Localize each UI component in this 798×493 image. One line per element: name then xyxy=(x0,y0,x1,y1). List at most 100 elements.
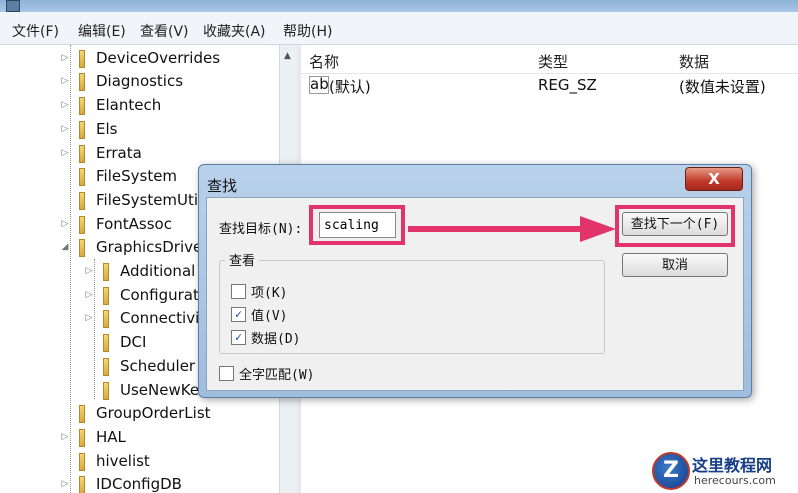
tree-item[interactable]: FileSystemUti xyxy=(60,189,198,211)
site-logo-icon: Z xyxy=(652,452,690,490)
tree-item-label: DeviceOverrides xyxy=(96,49,221,67)
tree-item[interactable]: ▷ IDConfigDB xyxy=(60,473,182,493)
tree-item[interactable]: ▷ Connectivi xyxy=(84,307,199,329)
expand-icon[interactable]: ▷ xyxy=(60,100,70,110)
tree-item[interactable]: FileSystem xyxy=(60,165,177,187)
folder-icon xyxy=(74,168,88,186)
tree-item[interactable]: ▷ DeviceOverrides xyxy=(60,47,220,69)
tree-item-label: IDConfigDB xyxy=(96,475,182,493)
regedit-app-icon xyxy=(6,0,20,12)
expand-icon[interactable]: ▷ xyxy=(60,432,70,442)
checkbox-box[interactable] xyxy=(219,366,234,381)
input-highlight-box xyxy=(309,205,405,245)
tree-item-label: hivelist xyxy=(96,452,150,470)
folder-icon xyxy=(98,358,112,376)
tree-item-label: GraphicsDrive xyxy=(96,238,203,256)
data-checkbox[interactable]: ✓ 数据(D) xyxy=(231,328,300,347)
tree-item[interactable]: ▷ Configurati xyxy=(84,284,203,306)
checkbox-label: 项(K) xyxy=(251,286,288,301)
tree-item[interactable]: ▷ Additional xyxy=(84,260,195,282)
tree-item[interactable]: hivelist xyxy=(60,450,150,472)
folder-icon xyxy=(98,287,112,305)
group-title: 查看 xyxy=(225,250,260,269)
value-name: (默认) xyxy=(329,78,371,96)
expand-icon[interactable]: ▷ xyxy=(60,53,70,63)
folder-icon xyxy=(74,453,88,471)
folder-icon xyxy=(74,73,88,91)
menu-file[interactable]: 文件(F) xyxy=(12,21,59,41)
expand-icon[interactable]: ▷ xyxy=(60,124,70,134)
tree-item-label: FileSystem xyxy=(96,167,178,185)
list-header: 名称 类型 数据 xyxy=(301,45,798,74)
button-highlight-box xyxy=(615,205,735,247)
menu-favorites[interactable]: 收藏夹(A) xyxy=(203,21,266,41)
dialog-title: 查找 xyxy=(207,177,238,195)
tree-item-label: Configurati xyxy=(120,286,204,304)
folder-icon xyxy=(74,192,88,210)
watermark: Z 这里教程网 herecours.com xyxy=(650,448,798,493)
tree-item[interactable]: ▷ Diagnostics xyxy=(60,70,183,92)
tree-item-label: Elantech xyxy=(96,96,162,114)
column-header-name[interactable]: 名称 xyxy=(309,51,339,72)
scroll-up-icon[interactable]: ▲ xyxy=(284,51,291,61)
menu-help[interactable]: 帮助(H) xyxy=(283,21,332,41)
expand-icon[interactable]: ▷ xyxy=(60,219,70,229)
tree-item[interactable]: ◢ GraphicsDrive xyxy=(60,236,202,258)
tree-item-label: Additional xyxy=(120,262,196,280)
tree-item[interactable]: ▷ HAL xyxy=(60,426,126,448)
tree-item[interactable]: ▷ Els xyxy=(60,118,117,140)
expand-icon[interactable]: ▷ xyxy=(60,148,70,158)
cancel-button[interactable]: 取消 xyxy=(622,253,728,277)
tree-item-label: DCI xyxy=(120,333,147,351)
expand-icon[interactable]: ▷ xyxy=(60,76,70,86)
tree-item-label: FontAssoc xyxy=(96,215,172,233)
checkbox-label: 值(V) xyxy=(251,309,288,324)
folder-icon xyxy=(74,121,88,139)
expand-icon[interactable]: ▷ xyxy=(84,266,94,276)
keys-checkbox[interactable]: 项(K) xyxy=(231,282,287,301)
folder-icon xyxy=(98,310,112,328)
menu-bar: 文件(F) 编辑(E) 查看(V) 收藏夹(A) 帮助(H) xyxy=(0,12,798,45)
find-dialog: 查找 X 查找目标(N): scaling 查找下一个(F) 取消 查看 项(K… xyxy=(198,164,752,398)
checkbox-label: 全字匹配(W) xyxy=(239,368,315,383)
site-url: herecours.com xyxy=(694,474,776,487)
string-value-icon: ab xyxy=(309,75,329,94)
tree-item[interactable]: ▷ Elantech xyxy=(60,94,161,116)
menu-edit[interactable]: 编辑(E) xyxy=(78,21,126,41)
checkbox-box[interactable] xyxy=(231,284,246,299)
folder-icon xyxy=(74,405,88,423)
column-header-type[interactable]: 类型 xyxy=(538,51,568,72)
tree-item[interactable]: Scheduler xyxy=(84,355,195,377)
column-header-data[interactable]: 数据 xyxy=(679,51,709,72)
window-titlebar xyxy=(0,0,798,12)
tree-item[interactable]: ▷ FontAssoc xyxy=(60,213,172,235)
tree-item[interactable]: UseNewKe xyxy=(84,379,199,401)
tree-item[interactable]: ▷ Errata xyxy=(60,142,142,164)
values-checkbox[interactable]: ✓ 值(V) xyxy=(231,305,287,324)
tree-item-label: Els xyxy=(96,120,118,138)
checkmark-icon[interactable]: ✓ xyxy=(231,307,246,322)
expand-icon[interactable]: ▷ xyxy=(84,313,94,323)
value-data: (数值未设置) xyxy=(679,78,766,96)
tree-item-label: GroupOrderList xyxy=(96,404,211,422)
tree-item-label: Scheduler xyxy=(120,357,196,375)
folder-icon xyxy=(74,145,88,163)
annotation-arrow-icon xyxy=(408,216,616,242)
tree-item[interactable]: GroupOrderList xyxy=(60,402,211,424)
menu-view[interactable]: 查看(V) xyxy=(140,21,189,41)
tree-item[interactable]: DCI xyxy=(84,331,146,353)
folder-icon xyxy=(98,263,112,281)
expand-icon[interactable]: ▷ xyxy=(60,479,70,489)
tree-item-label: Errata xyxy=(96,144,142,162)
folder-icon xyxy=(74,239,88,257)
tree-item-label: Connectivi xyxy=(120,309,200,327)
match-whole-checkbox[interactable]: 全字匹配(W) xyxy=(219,364,314,383)
expand-icon[interactable]: ▷ xyxy=(84,290,94,300)
folder-icon xyxy=(74,97,88,115)
checkmark-icon[interactable]: ✓ xyxy=(231,330,246,345)
close-button[interactable]: X xyxy=(685,167,743,191)
folder-icon xyxy=(74,476,88,493)
find-target-label: 查找目标(N): xyxy=(219,222,303,237)
site-name: 这里教程网 xyxy=(692,456,773,475)
collapse-icon[interactable]: ◢ xyxy=(60,242,70,252)
